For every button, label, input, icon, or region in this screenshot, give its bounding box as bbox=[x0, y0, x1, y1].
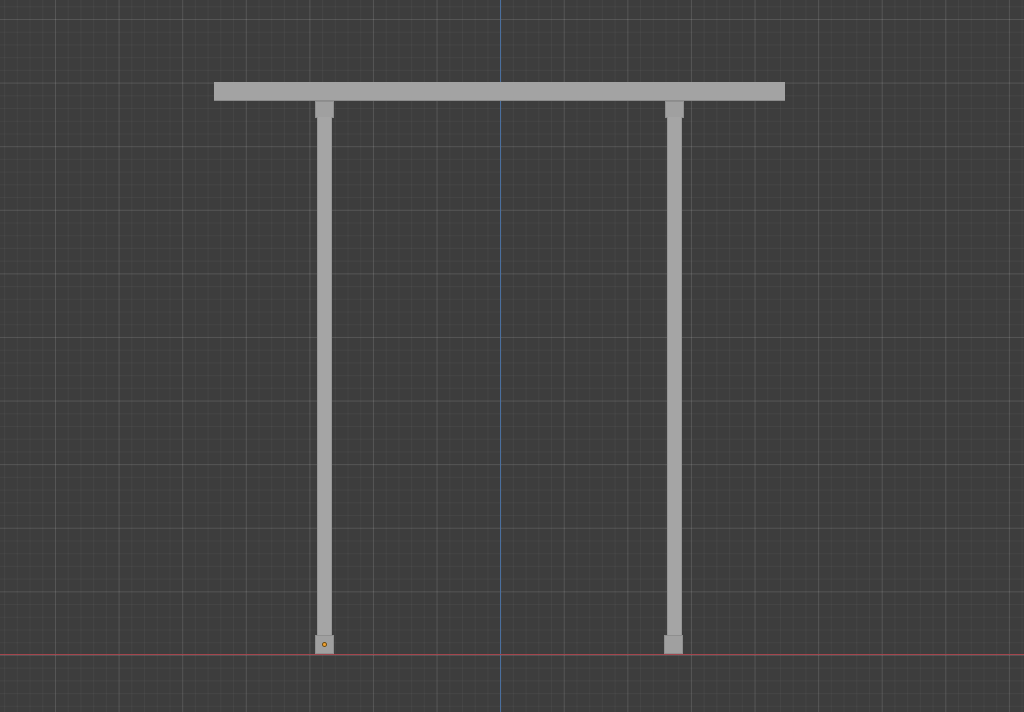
top-right-bracket[interactable] bbox=[665, 101, 684, 118]
left-post[interactable] bbox=[317, 117, 332, 636]
bottom-right-bracket[interactable] bbox=[664, 635, 683, 654]
right-post[interactable] bbox=[667, 117, 682, 636]
top-beam[interactable] bbox=[214, 82, 785, 101]
x-axis-line bbox=[0, 654, 1024, 655]
top-left-bracket[interactable] bbox=[315, 101, 334, 118]
origin-point-icon bbox=[322, 642, 327, 647]
y-axis-line bbox=[500, 0, 501, 712]
3d-viewport[interactable] bbox=[0, 0, 1024, 712]
